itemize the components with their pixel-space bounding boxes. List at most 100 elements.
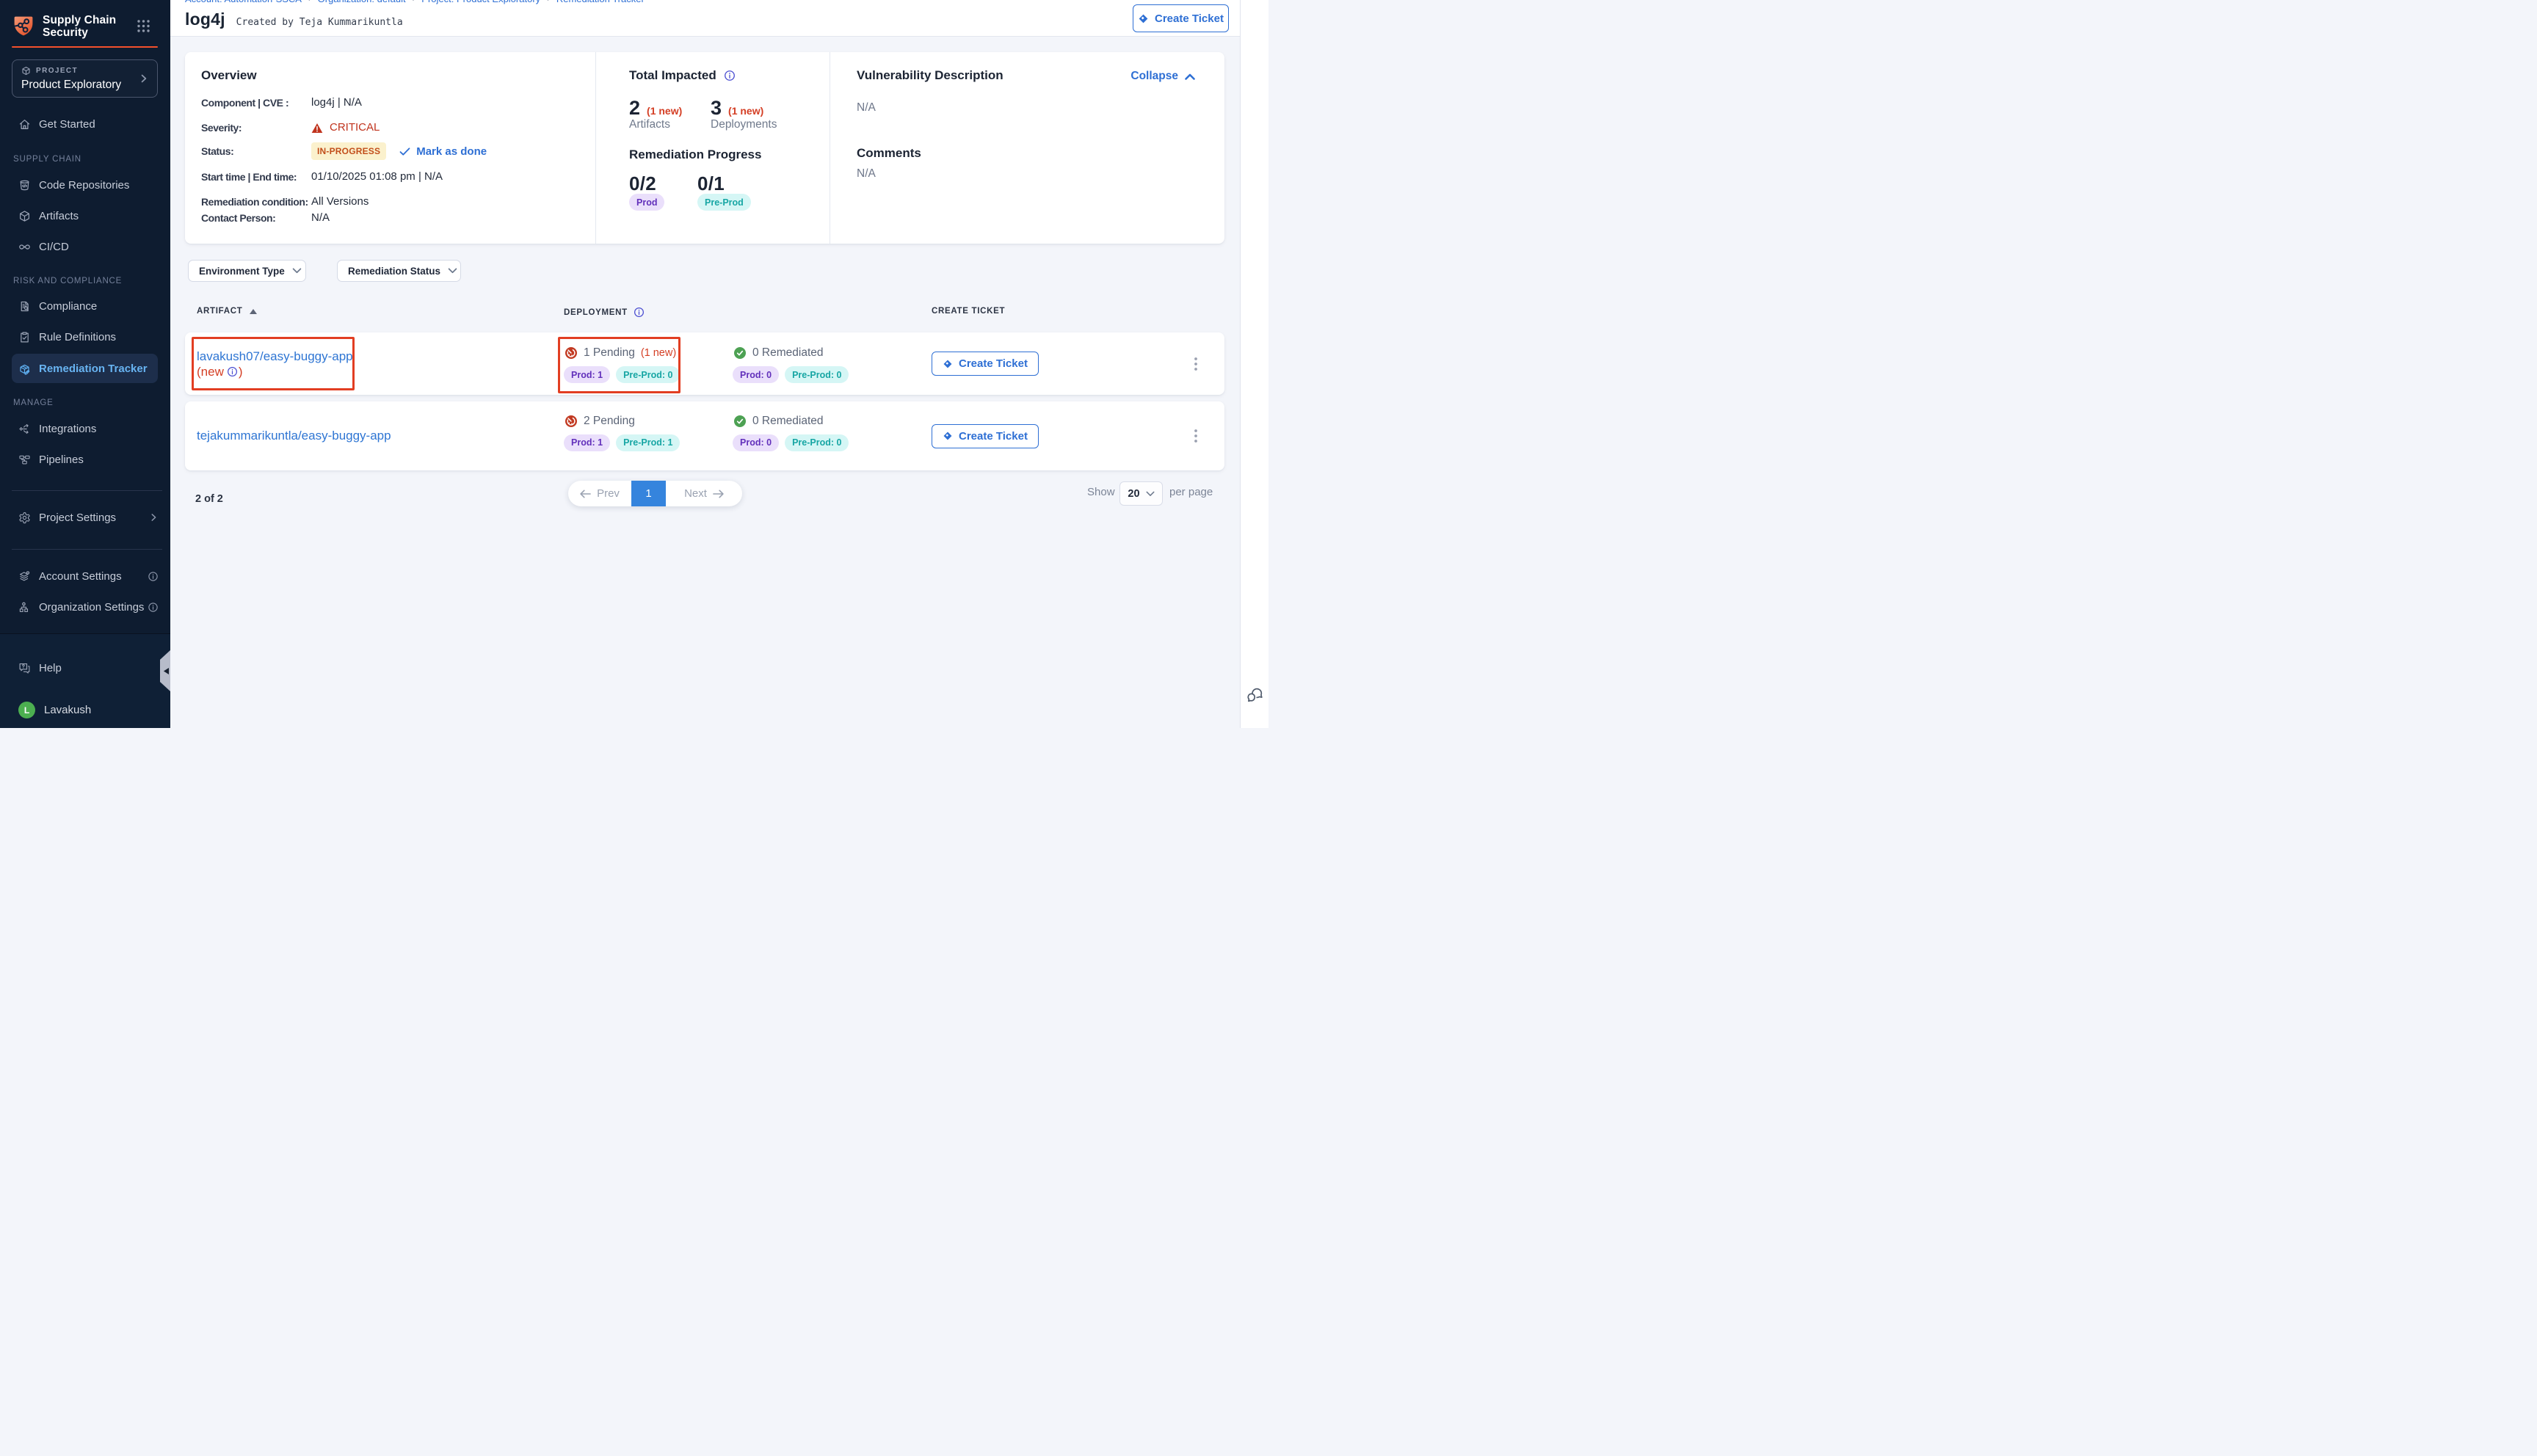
impacted-deployments-new: (1 new) bbox=[728, 105, 763, 117]
user-account[interactable]: L Lavakush bbox=[0, 702, 170, 718]
info-icon[interactable] bbox=[634, 307, 645, 318]
section-supply-chain: SUPPLY CHAIN bbox=[0, 151, 170, 167]
cube-icon bbox=[18, 210, 31, 222]
sidebar-item-compliance[interactable]: Compliance bbox=[0, 291, 170, 321]
status-label: Status: bbox=[201, 145, 311, 157]
pagination-prev-button[interactable]: Prev bbox=[568, 487, 631, 500]
sidebar-item-integrations[interactable]: Integrations bbox=[0, 413, 170, 444]
collapse-button[interactable]: Collapse bbox=[1130, 70, 1195, 83]
prod-progress-value: 0/2 bbox=[629, 172, 697, 195]
page-title: log4j bbox=[185, 10, 225, 29]
chevron-up-icon bbox=[1185, 73, 1195, 80]
sidebar-item-remediation-tracker[interactable]: Remediation Tracker bbox=[12, 354, 158, 383]
impacted-deployments-count: 3 bbox=[711, 97, 722, 120]
create-ticket-button[interactable]: Create Ticket bbox=[932, 352, 1039, 376]
comments-heading: Comments bbox=[857, 146, 1224, 161]
prod-pill: Prod: 1 bbox=[564, 366, 610, 383]
section-risk-and-compliance: RISK AND COMPLIANCE bbox=[0, 273, 170, 289]
breadcrumb-account[interactable]: Account: Automation-SSCA bbox=[185, 0, 302, 4]
breadcrumb-project[interactable]: Project: Product Exploratory bbox=[421, 0, 540, 4]
brand-accent-rule bbox=[12, 46, 158, 48]
remediated-check-icon bbox=[734, 347, 746, 359]
org-tree-gear-icon bbox=[18, 601, 31, 614]
column-artifact[interactable]: ARTIFACT bbox=[197, 307, 257, 316]
sidebar-item-project-settings[interactable]: Project Settings bbox=[0, 502, 170, 533]
prod-pill: Prod bbox=[629, 194, 664, 211]
component-cve-label: Component | CVE : bbox=[201, 95, 311, 110]
chevron-separator-icon: › bbox=[413, 0, 415, 4]
pipelines-icon bbox=[18, 454, 31, 466]
prod-pill: Prod: 0 bbox=[733, 366, 779, 383]
chevron-down-icon bbox=[1146, 491, 1155, 497]
sidebar-item-get-started[interactable]: Get Started bbox=[0, 109, 170, 139]
remediated-cell: 0 Remediated Prod: 0 Pre-Prod: 0 bbox=[733, 344, 932, 383]
infinity-icon bbox=[18, 241, 31, 253]
info-icon[interactable] bbox=[148, 602, 159, 613]
contact-value: N/A bbox=[311, 211, 330, 225]
divider bbox=[12, 549, 162, 550]
sidebar-item-artifacts[interactable]: Artifacts bbox=[0, 200, 170, 231]
impacted-artifacts-new: (1 new) bbox=[647, 105, 682, 117]
home-icon bbox=[18, 118, 31, 131]
info-icon[interactable] bbox=[724, 70, 736, 81]
preprod-pill: Pre-Prod: 1 bbox=[616, 434, 680, 451]
condition-label: Remediation condition: bbox=[201, 194, 311, 209]
create-ticket-cell: Create Ticket bbox=[932, 352, 1187, 376]
pending-count: 1 Pending bbox=[584, 346, 635, 360]
page-size-select[interactable]: 20 bbox=[1119, 481, 1163, 506]
pending-count: 2 Pending bbox=[584, 415, 635, 428]
breadcrumb-remediation-tracker[interactable]: Remediation Tracker bbox=[556, 0, 645, 4]
row-menu-kebab-icon[interactable] bbox=[1187, 423, 1205, 449]
artifact-link[interactable]: tejakummarikuntla/easy-buggy-app bbox=[197, 429, 391, 443]
project-cube-icon bbox=[21, 66, 31, 76]
chevron-down-icon bbox=[292, 268, 302, 274]
project-selector[interactable]: PROJECT Product Exploratory bbox=[12, 59, 158, 98]
pagination-next-button[interactable]: Next bbox=[666, 487, 742, 500]
info-icon[interactable] bbox=[227, 366, 238, 377]
sidebar-item-help[interactable]: Help bbox=[0, 652, 170, 683]
created-by: Created by Teja Kummarikuntla bbox=[236, 17, 403, 28]
create-ticket-button[interactable]: Create Ticket bbox=[932, 424, 1039, 448]
breadcrumb-organization[interactable]: Organization: default bbox=[318, 0, 406, 4]
create-ticket-button[interactable]: Create Ticket bbox=[1133, 4, 1229, 32]
document-search-icon bbox=[18, 300, 31, 313]
sidebar: Supply Chain Security PROJECT Product Ex… bbox=[0, 0, 170, 728]
ticket-diamond-icon bbox=[1138, 13, 1149, 24]
overview-heading: Overview bbox=[201, 68, 595, 83]
contact-label: Contact Person: bbox=[201, 211, 311, 225]
sidebar-item-pipelines[interactable]: Pipelines bbox=[0, 444, 170, 475]
sidebar-item-cicd[interactable]: CI/CD bbox=[0, 231, 170, 262]
environment-type-filter[interactable]: Environment Type bbox=[188, 260, 306, 282]
breadcrumb: Account: Automation-SSCA › Organization:… bbox=[185, 0, 645, 4]
row-menu-kebab-icon[interactable] bbox=[1187, 351, 1205, 377]
ticket-diamond-icon bbox=[943, 359, 953, 369]
remediated-cell: 0 Remediated Prod: 0 Pre-Prod: 0 bbox=[733, 412, 932, 451]
chat-bubbles-icon[interactable] bbox=[1246, 685, 1264, 703]
filter-bar: Environment Type Remediation Status bbox=[188, 260, 461, 282]
artifact-link[interactable]: lavakush07/easy-buggy-app bbox=[197, 349, 353, 363]
deployment-cell: 1 Pending (1 new) Prod: 1 Pre-Prod: 0 bbox=[564, 344, 733, 383]
utility-strip bbox=[1240, 0, 1268, 728]
artifact-cell: tejakummarikuntla/easy-buggy-app bbox=[197, 429, 564, 443]
sidebar-item-code-repositories[interactable]: Code Repositories bbox=[0, 170, 170, 200]
artifact-cell: lavakush07/easy-buggy-app (new ) bbox=[197, 349, 564, 379]
sidebar-item-organization-settings[interactable]: Organization Settings bbox=[0, 592, 170, 622]
create-ticket-cell: Create Ticket bbox=[932, 424, 1187, 448]
preprod-pill: Pre-Prod: 0 bbox=[616, 366, 680, 383]
pagination-page-1[interactable]: 1 bbox=[631, 481, 666, 506]
sidebar-item-rule-definitions[interactable]: Rule Definitions bbox=[0, 321, 170, 352]
sidebar-item-account-settings[interactable]: Account Settings bbox=[0, 561, 170, 592]
divider bbox=[12, 490, 162, 491]
app-grid-icon[interactable] bbox=[137, 19, 150, 33]
time-value: 01/10/2025 01:08 pm | N/A bbox=[311, 170, 443, 184]
preprod-pill: Pre-Prod bbox=[697, 194, 751, 211]
pagination: Prev 1 Next bbox=[568, 481, 742, 506]
chevron-right-icon bbox=[148, 512, 159, 523]
info-icon[interactable] bbox=[148, 571, 159, 582]
chevron-separator-icon: › bbox=[547, 0, 550, 4]
remediation-status-filter[interactable]: Remediation Status bbox=[337, 260, 461, 282]
help-chat-icon bbox=[18, 662, 31, 674]
remediated-count: 0 Remediated bbox=[752, 346, 824, 360]
mark-as-done-button[interactable]: Mark as done bbox=[399, 145, 487, 158]
sidebar-nav: Get Started SUPPLY CHAIN Code Repositori… bbox=[0, 98, 170, 622]
